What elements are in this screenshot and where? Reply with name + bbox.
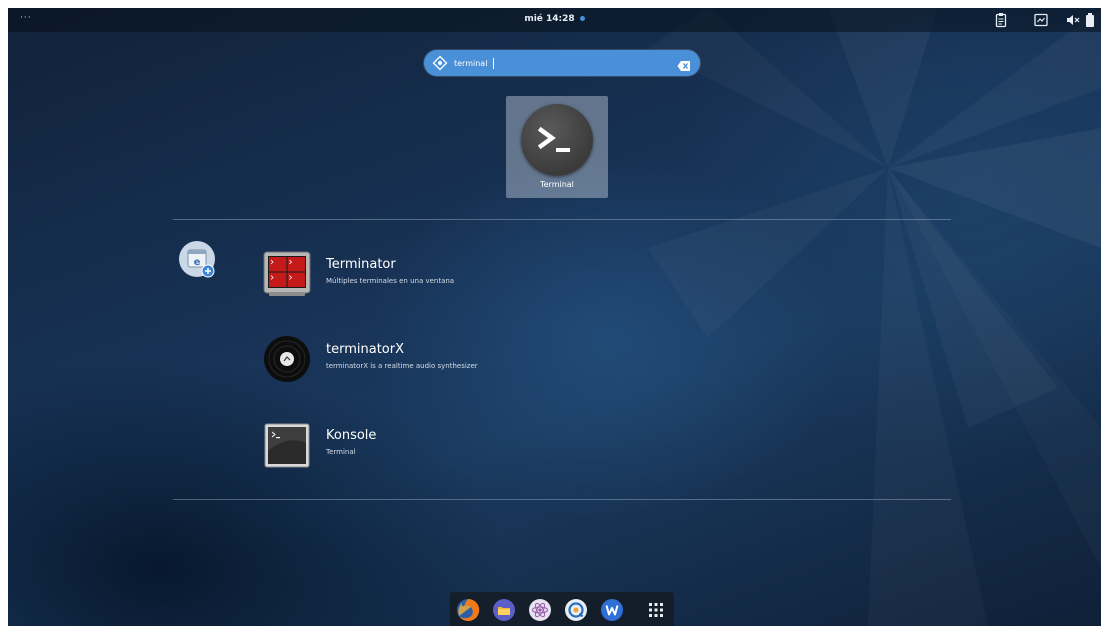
wps-writer-icon[interactable]: [600, 598, 624, 622]
battery-icon[interactable]: [1082, 12, 1098, 28]
screenshot-icon[interactable]: [1033, 12, 1049, 28]
clock[interactable]: mié 14:28: [8, 14, 1101, 24]
dash: [450, 592, 674, 626]
result-konsole[interactable]: Konsole Terminal: [263, 421, 583, 469]
app-grid-icon[interactable]: [644, 598, 668, 622]
firefox-icon[interactable]: [456, 598, 480, 622]
text-cursor: [493, 58, 494, 69]
clock-label: mié 14:28: [524, 14, 575, 24]
result-terminatorx[interactable]: terminatorX terminatorX is a realtime au…: [263, 335, 583, 383]
result-description: Múltiples terminales en una ventana: [326, 277, 455, 285]
konsole-icon: [263, 421, 311, 469]
search-input[interactable]: [454, 55, 654, 71]
atom-icon[interactable]: [528, 598, 552, 622]
terminator-icon: [263, 250, 311, 298]
volume-muted-icon[interactable]: [1065, 12, 1081, 28]
software-provider-icon[interactable]: e: [178, 241, 220, 281]
files-icon[interactable]: [492, 598, 516, 622]
result-name: Konsole: [326, 428, 377, 443]
result-terminator[interactable]: Terminator Múltiples terminales en una v…: [263, 250, 583, 298]
search-entry[interactable]: [424, 50, 700, 76]
terminatorx-icon: [263, 335, 311, 383]
clipboard-icon[interactable]: [993, 12, 1009, 28]
browser-icon[interactable]: [564, 598, 588, 622]
separator-bottom: [173, 499, 951, 500]
result-description: Terminal: [326, 448, 356, 456]
notification-dot-icon: [579, 16, 585, 21]
terminal-icon: [521, 104, 593, 176]
svg-text:e: e: [194, 257, 201, 268]
result-description: terminatorX is a realtime audio synthesi…: [326, 362, 478, 370]
result-name: Terminator: [326, 257, 396, 272]
clear-icon[interactable]: [677, 57, 691, 71]
overview-screen: ··· mié 14:28 Terminal: [8, 8, 1101, 626]
result-name: terminatorX: [326, 342, 404, 357]
top-bar: ··· mié 14:28: [8, 8, 1101, 32]
separator-top: [173, 219, 951, 220]
top-result-terminal[interactable]: Terminal: [506, 96, 608, 198]
top-result-label: Terminal: [540, 180, 574, 189]
search-icon: [432, 55, 448, 71]
